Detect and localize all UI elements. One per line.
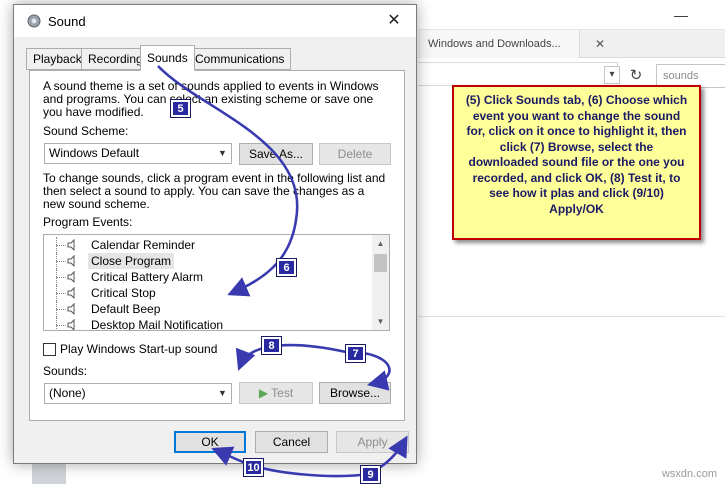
- list-item[interactable]: Calendar Reminder: [44, 237, 374, 253]
- test-button[interactable]: ▶ Test: [239, 382, 313, 404]
- step-badge-8: 8: [261, 336, 282, 355]
- close-icon[interactable]: ✕: [372, 5, 416, 37]
- minimize-button[interactable]: —: [658, 0, 704, 30]
- step-badge-5: 5: [170, 99, 191, 118]
- sound-dialog: Sound ✕ Playback Recording Sounds Commun…: [13, 4, 417, 464]
- tree-branch: [56, 261, 66, 262]
- tree-branch: [56, 277, 66, 278]
- tree-branch: [56, 325, 66, 326]
- speaker-icon: [67, 255, 75, 267]
- scheme-label: Sound Scheme:: [43, 124, 129, 138]
- scroll-down-icon[interactable]: ▼: [372, 313, 389, 330]
- tab-sounds[interactable]: Sounds: [140, 45, 195, 71]
- step-badge-9: 9: [360, 465, 381, 484]
- play-icon: ▶: [258, 386, 269, 400]
- address-bar[interactable]: [418, 62, 618, 86]
- speaker-icon: [67, 319, 75, 330]
- tree-branch: [56, 245, 66, 246]
- step-badge-10: 10: [243, 458, 264, 477]
- scroll-up-icon[interactable]: ▲: [372, 235, 389, 252]
- list-item-selected[interactable]: Close Program: [44, 253, 374, 269]
- scheme-select-value: Windows Default: [49, 146, 140, 160]
- list-item[interactable]: Default Beep: [44, 301, 374, 317]
- dialog-titlebar: Sound ✕: [14, 5, 416, 37]
- ok-button[interactable]: OK: [174, 431, 246, 453]
- event-label: Calendar Reminder: [91, 238, 196, 252]
- startup-sound-label: Play Windows Start-up sound: [60, 342, 218, 356]
- step-badge-7: 7: [345, 344, 366, 363]
- divider: [418, 316, 725, 317]
- instruction-callout: (5) Click Sounds tab, (6) Choose which e…: [452, 85, 701, 240]
- apply-button[interactable]: Apply: [336, 431, 409, 453]
- tree-branch: [56, 309, 66, 310]
- list-item[interactable]: Critical Battery Alarm: [44, 269, 374, 285]
- cancel-button[interactable]: Cancel: [255, 431, 328, 453]
- tab-playback[interactable]: Playback: [26, 48, 89, 70]
- scroll-thumb[interactable]: [374, 254, 387, 272]
- event-label: Close Program: [88, 253, 175, 269]
- program-events-label: Program Events:: [43, 215, 133, 229]
- tab-close-icon[interactable]: ✕: [588, 30, 612, 58]
- scheme-select[interactable]: Windows Default ▼: [44, 143, 232, 164]
- sounds-select[interactable]: (None) ▼: [44, 383, 232, 404]
- sounds-label: Sounds:: [43, 364, 88, 378]
- chevron-down-icon: ▼: [218, 148, 227, 158]
- address-dropdown-icon[interactable]: ▾: [604, 66, 620, 84]
- test-button-label: Test: [271, 386, 294, 400]
- background-browser-tab[interactable]: Windows and Downloads...: [420, 30, 580, 58]
- list-scrollbar[interactable]: ▲ ▼: [372, 235, 389, 330]
- tree-branch: [56, 293, 66, 294]
- delete-button[interactable]: Delete: [319, 143, 391, 165]
- chevron-down-icon: ▼: [218, 388, 227, 398]
- speaker-icon: [67, 303, 75, 315]
- background-titlebar: —: [418, 0, 725, 30]
- event-label: Critical Stop: [91, 286, 156, 300]
- event-label: Default Beep: [91, 302, 161, 316]
- dialog-title: Sound: [48, 14, 86, 29]
- sounds-select-value: (None): [49, 386, 86, 400]
- program-events-list[interactable]: Calendar Reminder Close Program Critical…: [43, 234, 390, 331]
- speaker-icon: [67, 287, 75, 299]
- scheme-description: A sound theme is a set of sounds applied…: [43, 79, 379, 119]
- tab-communications[interactable]: Communications: [188, 48, 292, 70]
- speaker-icon: [67, 271, 75, 283]
- sound-settings-icon: [27, 14, 41, 28]
- list-item[interactable]: Desktop Mail Notification: [44, 317, 374, 331]
- event-label: Desktop Mail Notification: [91, 318, 224, 331]
- event-label: Critical Battery Alarm: [91, 270, 204, 284]
- change-sounds-instructions: To change sounds, click a program event …: [43, 171, 386, 211]
- startup-sound-checkbox[interactable]: [43, 343, 56, 356]
- speaker-icon: [67, 239, 75, 251]
- browse-button[interactable]: Browse...: [319, 382, 391, 404]
- list-item[interactable]: Critical Stop: [44, 285, 374, 301]
- watermark: wsxdn.com: [661, 468, 717, 480]
- save-as-button[interactable]: Save As...: [239, 143, 313, 165]
- step-badge-6: 6: [276, 258, 297, 277]
